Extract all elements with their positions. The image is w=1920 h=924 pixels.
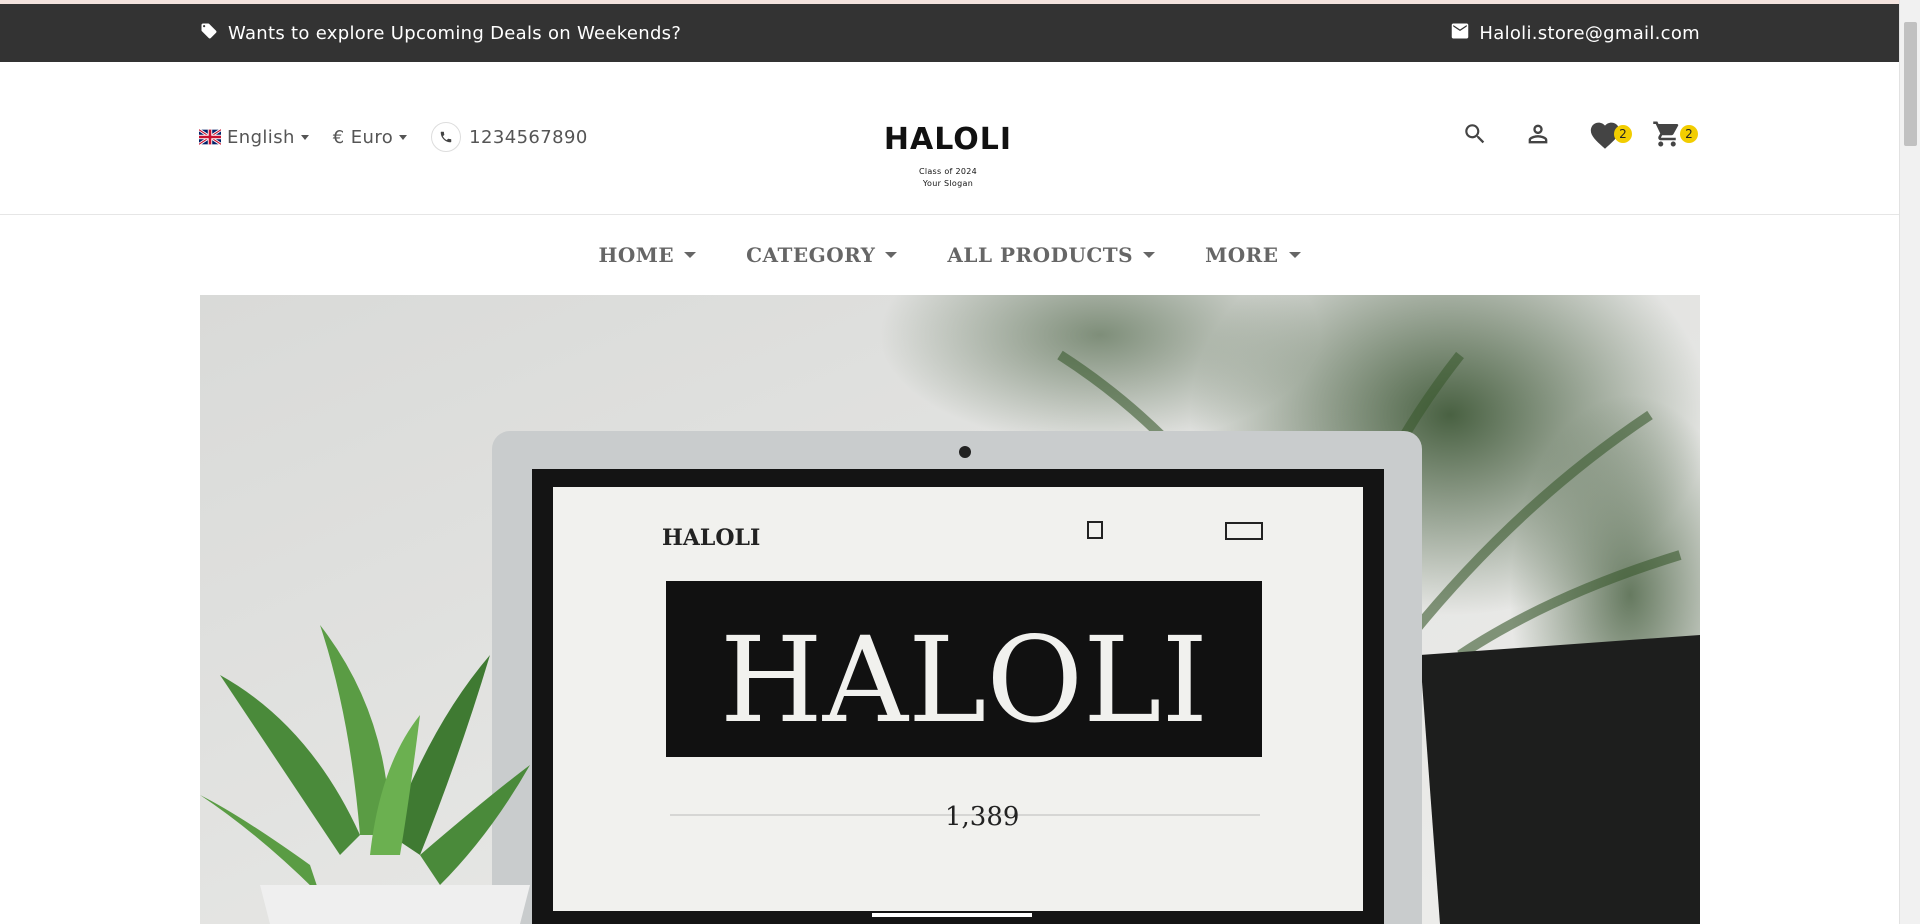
logo-tagline: Class of 2024 Your Slogan	[880, 166, 1016, 190]
nav-item-label: ALL PRODUCTS	[947, 243, 1134, 267]
header-actions: 2 2	[1462, 118, 1702, 158]
logo-name: HALOLI	[883, 122, 1013, 157]
nav-item-label: MORE	[1205, 243, 1279, 267]
chevron-down-icon	[399, 134, 408, 140]
scrollbar-thumb[interactable]	[1904, 22, 1917, 146]
nav-item-label: CATEGORY	[746, 243, 876, 267]
nav-item-category[interactable]: CATEGORY	[721, 243, 922, 267]
chevron-down-icon	[1288, 252, 1301, 258]
chevron-down-icon	[1143, 252, 1156, 258]
uk-flag-icon	[199, 129, 221, 145]
nav-item-home[interactable]: HOME	[573, 243, 721, 267]
wishlist-count-badge: 2	[1614, 125, 1632, 143]
cart-count-badge: 2	[1680, 125, 1698, 143]
promo-bar: Wants to explore Upcoming Deals on Weeke…	[0, 4, 1899, 62]
logo-tagline-1: Class of 2024	[918, 167, 978, 176]
phone-contact[interactable]: 1234567890	[431, 122, 588, 152]
language-label: English	[227, 126, 295, 148]
currency-label: € Euro	[332, 126, 394, 148]
cart-icon	[1652, 119, 1682, 153]
language-selector[interactable]: English	[199, 127, 309, 148]
promo-text: Wants to explore Upcoming Deals on Weeke…	[228, 22, 682, 44]
mail-icon	[1451, 23, 1469, 44]
promo-email[interactable]: Haloli.store@gmail.com	[1451, 4, 1700, 62]
search-button[interactable]	[1462, 118, 1488, 154]
cart-button[interactable]: 2	[1652, 118, 1698, 154]
screen-price: 1,389	[945, 802, 1019, 832]
tag-icon	[200, 22, 218, 45]
phone-number: 1234567890	[469, 126, 588, 148]
nav-item-all-products[interactable]: ALL PRODUCTS	[922, 243, 1180, 267]
phone-icon	[431, 122, 462, 152]
screen-brand-text: HALOLI	[720, 611, 1208, 749]
chevron-down-icon	[684, 252, 697, 258]
wishlist-button[interactable]: 2	[1588, 118, 1632, 154]
search-icon	[1462, 121, 1488, 151]
promo-message[interactable]: Wants to explore Upcoming Deals on Weeke…	[200, 4, 681, 62]
main-nav: HOME CATEGORY ALL PRODUCTS MORE	[0, 216, 1899, 294]
site-header: English € Euro 1234567890 HALOLI Class o…	[0, 62, 1899, 215]
account-button[interactable]	[1524, 118, 1552, 154]
header-left-controls: English € Euro 1234567890	[199, 122, 588, 152]
hero-image: HALOLI HALOLI 1,389	[200, 295, 1700, 924]
site-logo[interactable]: HALOLI Class of 2024 Your Slogan	[880, 124, 1016, 190]
nav-item-more[interactable]: MORE	[1180, 243, 1325, 267]
user-icon	[1524, 120, 1552, 152]
chevron-down-icon	[300, 134, 309, 140]
page-scrollbar[interactable]	[1899, 0, 1920, 924]
email-text: Haloli.store@gmail.com	[1479, 22, 1700, 44]
screen-small-logo: HALOLI	[662, 525, 760, 551]
nav-item-label: HOME	[598, 243, 675, 267]
hero-banner[interactable]: HALOLI HALOLI 1,389	[200, 295, 1700, 924]
logo-tagline-2: Your Slogan	[922, 179, 974, 188]
chevron-down-icon	[885, 252, 898, 258]
currency-selector[interactable]: € Euro	[332, 126, 408, 148]
